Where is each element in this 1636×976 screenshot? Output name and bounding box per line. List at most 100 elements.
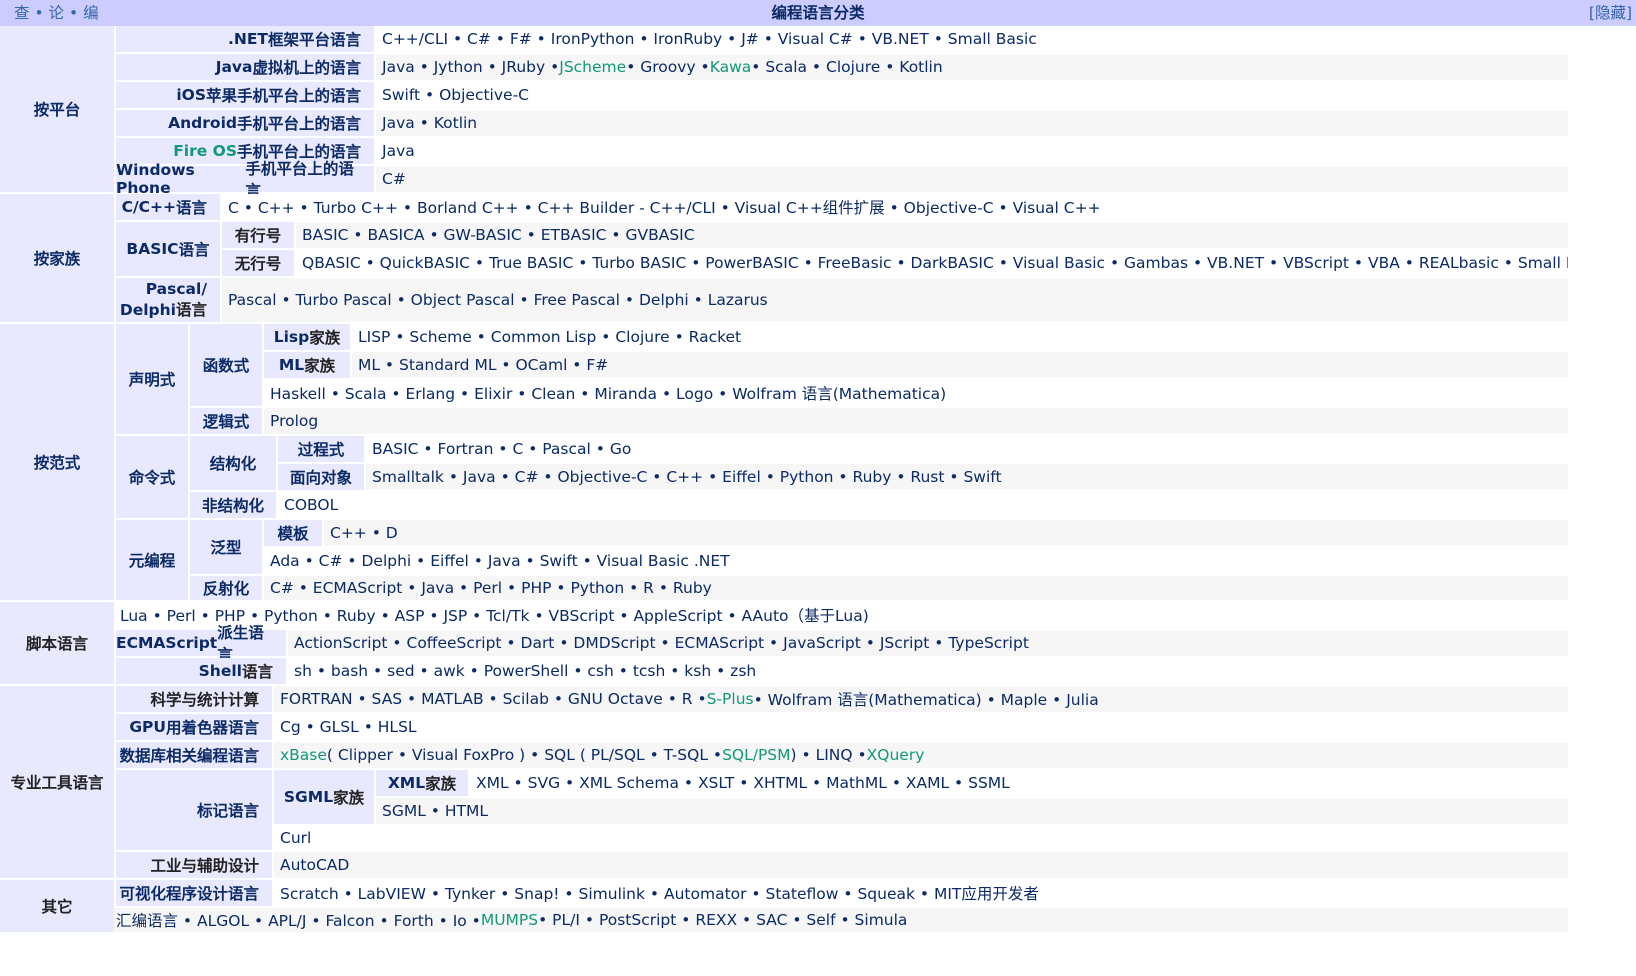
paradigm-meta[interactable]: 元编程 <box>116 520 188 600</box>
lang-list[interactable]: • Scala • Clojure • Kotlin <box>751 58 942 76</box>
platform-android-list[interactable]: Java • Kotlin <box>376 110 1568 136</box>
script-ecma-label[interactable]: ECMAScript 派生语言 <box>116 624 286 664</box>
lang-link[interactable]: S-Plus <box>707 690 754 708</box>
lang-list[interactable]: • Groovy • <box>626 58 710 76</box>
lang-link[interactable]: SQL/PSM <box>722 746 790 764</box>
oop-list[interactable]: Smalltalk • Java • C# • Objective-C • C+… <box>366 464 1568 490</box>
lisp-family-list[interactable]: LISP • Scheme • Common Lisp • Clojure • … <box>352 324 1568 350</box>
platform-dotnet-list[interactable]: C++/CLI • C# • F# • IronPython • IronRub… <box>376 26 1568 52</box>
procedural-label[interactable]: 过程式 <box>278 436 364 462</box>
lang-list[interactable]: C# • ECMAScript • Java • Perl • PHP • Py… <box>270 579 712 597</box>
tools-industry-list[interactable]: AutoCAD <box>274 852 1568 878</box>
lang-list[interactable]: Java • Kotlin <box>382 114 477 132</box>
lang-list[interactable]: COBOL <box>284 496 338 514</box>
paradigm-imperative[interactable]: 命令式 <box>116 436 188 518</box>
paradigm-declarative[interactable]: 声明式 <box>116 324 188 434</box>
lang-list[interactable]: ML • Standard ML • OCaml • F# <box>358 356 608 374</box>
lang-list[interactable]: Swift • Objective-C <box>382 86 529 104</box>
script-general-list[interactable]: Lua • Perl • PHP • Python • Ruby • ASP •… <box>114 602 1568 628</box>
basic-unnumbered-list[interactable]: QBASIC • QuickBASIC • True BASIC • Turbo… <box>296 250 1568 276</box>
tools-gpu-label[interactable]: GPU 用着色器语言 <box>116 714 272 740</box>
tools-db-list[interactable]: xBase ( Clipper • Visual FoxPro ) • SQL … <box>274 742 1568 768</box>
lang-list[interactable]: BASIC • BASICA • GW-BASIC • ETBASIC • GV… <box>302 226 695 244</box>
lang-list[interactable]: Pascal • Turbo Pascal • Object Pascal • … <box>228 291 768 309</box>
paradigm-reflection[interactable]: 反射化 <box>190 576 262 600</box>
lang-list[interactable]: • PL/I • PostScript • REXX • SAC • Self … <box>538 911 907 929</box>
paradigm-structured[interactable]: 结构化 <box>190 436 276 490</box>
lang-list[interactable]: Smalltalk • Java • C# • Objective-C • C+… <box>372 468 1002 486</box>
lang-list[interactable]: C • C++ • Turbo C++ • Borland C++ • C++ … <box>228 196 1101 218</box>
generic-other-list[interactable]: Ada • C# • Delphi • Eiffel • Java • Swif… <box>264 548 1568 574</box>
lang-link[interactable]: xBase <box>280 746 327 764</box>
platform-winphone-label[interactable]: Windows Phone 手机平台上的语言 <box>116 160 374 200</box>
platform-dotnet-label[interactable]: .NET 框架平台语言 <box>116 26 374 52</box>
lang-list[interactable]: 汇编语言 • ALGOL • APL/J • Falcon • Forth • … <box>116 909 481 931</box>
ml-family-list[interactable]: ML • Standard ML • OCaml • F# <box>352 352 1568 378</box>
lang-list[interactable]: FORTRAN • SAS • MATLAB • Scilab • GNU Oc… <box>280 690 707 708</box>
script-shell-list[interactable]: sh • bash • sed • awk • PowerShell • csh… <box>288 658 1568 684</box>
logic-list[interactable]: Prolog <box>264 408 1568 434</box>
oop-label[interactable]: 面向对象 <box>278 464 364 490</box>
ml-family-label[interactable]: ML 家族 <box>264 352 350 378</box>
tools-db-label[interactable]: 数据库相关编程语言 <box>116 742 272 768</box>
lang-link[interactable]: XQuery <box>867 746 925 764</box>
lang-list[interactable]: Haskell • Scala • Erlang • Elixir • Clea… <box>270 382 946 404</box>
lang-list[interactable]: Curl <box>280 829 311 847</box>
lang-list[interactable]: Cg • GLSL • HLSL <box>280 718 417 736</box>
reflection-list[interactable]: C# • ECMAScript • Java • Perl • PHP • Py… <box>264 576 1568 600</box>
family-basic-label[interactable]: BASIC 语言 <box>116 222 220 276</box>
basic-numbered-list[interactable]: BASIC • BASICA • GW-BASIC • ETBASIC • GV… <box>296 222 1568 248</box>
paradigm-functional[interactable]: 函数式 <box>190 324 262 406</box>
other-visual-label[interactable]: 可视化程序设计语言 <box>116 880 272 906</box>
platform-java-label[interactable]: Java 虚拟机上的语言 <box>116 54 374 80</box>
xml-family-list[interactable]: XML • SVG • XML Schema • XSLT • XHTML • … <box>470 770 1568 796</box>
family-pascal-label[interactable]: Pascal/Delphi语言 <box>116 278 220 322</box>
platform-ios-list[interactable]: Swift • Objective-C <box>376 82 1568 108</box>
platform-fireos-list[interactable]: Java <box>376 138 1568 164</box>
paradigm-unstructured[interactable]: 非结构化 <box>190 492 276 518</box>
lang-list[interactable]: C++/CLI • C# • F# • IronPython • IronRub… <box>382 30 1037 48</box>
lisp-family-label[interactable]: Lisp 家族 <box>264 324 350 350</box>
other-misc-list[interactable]: 汇编语言 • ALGOL • APL/J • Falcon • Forth • … <box>114 908 1568 932</box>
tools-science-list[interactable]: FORTRAN • SAS • MATLAB • Scilab • GNU Oc… <box>274 686 1568 712</box>
platform-java-list[interactable]: Java • Jython • JRuby • JScheme • Groovy… <box>376 54 1568 80</box>
lang-list[interactable]: ) • LINQ • <box>791 746 867 764</box>
paradigm-generic[interactable]: 泛型 <box>190 520 262 574</box>
lang-list[interactable]: XML • SVG • XML Schema • XSLT • XHTML • … <box>476 774 1010 792</box>
lang-list[interactable]: Scratch • LabVIEW • Tynker • Snap! • Sim… <box>280 882 1039 904</box>
lang-list[interactable]: QBASIC • QuickBASIC • True BASIC • Turbo… <box>302 254 1568 272</box>
tools-industry-label[interactable]: 工业与辅助设计 <box>116 852 272 878</box>
family-c-list[interactable]: C • C++ • Turbo C++ • Borland C++ • C++ … <box>222 194 1568 220</box>
tools-gpu-list[interactable]: Cg • GLSL • HLSL <box>274 714 1568 740</box>
platform-ios-label[interactable]: iOS 苹果手机平台上的语言 <box>116 82 374 108</box>
tools-science-label[interactable]: 科学与统计计算 <box>116 686 272 712</box>
family-c-label[interactable]: C/C++ 语言 <box>116 194 220 220</box>
template-list[interactable]: C++ • D <box>324 520 1568 546</box>
script-ecma-list[interactable]: ActionScript • CoffeeScript • Dart • DMD… <box>288 630 1568 656</box>
template-label[interactable]: 模板 <box>264 520 322 546</box>
lang-link[interactable]: MUMPS <box>481 911 538 929</box>
lang-list[interactable]: C++ • D <box>330 524 398 542</box>
sgml-other-list[interactable]: SGML • HTML <box>376 798 1568 824</box>
unstructured-list[interactable]: COBOL <box>278 492 1568 518</box>
lang-list[interactable]: sh • bash • sed • awk • PowerShell • csh… <box>294 662 756 680</box>
xml-family-label[interactable]: XML 家族 <box>376 770 468 796</box>
lang-list[interactable]: AutoCAD <box>280 856 349 874</box>
other-visual-list[interactable]: Scratch • LabVIEW • Tynker • Snap! • Sim… <box>274 880 1568 906</box>
lang-list[interactable]: • Wolfram 语言(Mathematica) • Maple • Juli… <box>754 688 1099 710</box>
family-pascal-list[interactable]: Pascal • Turbo Pascal • Object Pascal • … <box>222 278 1568 322</box>
procedural-list[interactable]: BASIC • Fortran • C • Pascal • Go <box>366 436 1568 462</box>
platform-winphone-list[interactable]: C# <box>376 166 1568 192</box>
lang-list[interactable]: Ada • C# • Delphi • Eiffel • Java • Swif… <box>270 552 730 570</box>
lang-list[interactable]: LISP • Scheme • Common Lisp • Clojure • … <box>358 328 741 346</box>
lang-list[interactable]: SGML • HTML <box>382 802 488 820</box>
lang-list[interactable]: Java • Jython • JRuby • <box>382 58 559 76</box>
lang-link[interactable]: Kawa <box>710 58 752 76</box>
lang-list[interactable]: BASIC • Fortran • C • Pascal • Go <box>372 440 631 458</box>
paradigm-logic[interactable]: 逻辑式 <box>190 408 262 434</box>
functional-other-list[interactable]: Haskell • Scala • Erlang • Elixir • Clea… <box>264 380 1568 406</box>
markup-other-list[interactable]: Curl <box>274 826 1568 850</box>
hide-toggle[interactable]: [隐藏] <box>1589 1 1632 23</box>
script-shell-label[interactable]: Shell 语言 <box>116 658 286 684</box>
lang-list[interactable]: Prolog <box>270 412 318 430</box>
